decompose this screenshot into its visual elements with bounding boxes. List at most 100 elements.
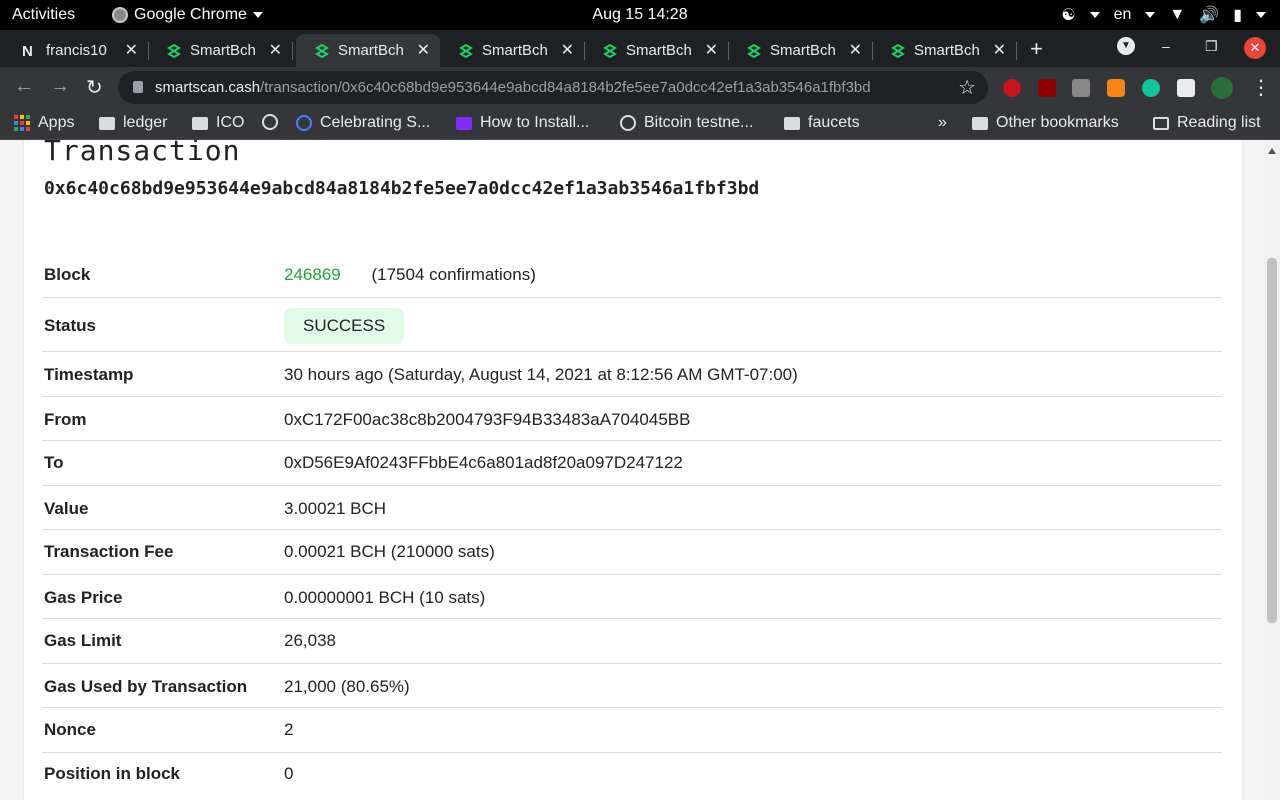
bookmark-how-to-install[interactable]: How to Install... <box>456 114 589 132</box>
row-label: Gas Price <box>44 588 123 607</box>
clock[interactable]: Aug 15 14:28 <box>592 6 687 23</box>
profile-avatar[interactable] <box>1211 77 1233 99</box>
bookmark-ico[interactable]: ICO <box>192 114 244 132</box>
row-gas-used: Gas Used by Transaction 21,000 (80.65%) <box>42 664 1222 708</box>
folder-icon <box>192 116 208 130</box>
confirmations: (17504 confirmations) <box>371 265 536 284</box>
row-label: Status <box>44 316 96 335</box>
new-tab-button[interactable]: + <box>1030 36 1043 62</box>
to-address-link[interactable]: 0xD56E9Af0243FFbbE4c6a801ad8f20a097D2471… <box>284 453 683 473</box>
page-scrollbar[interactable] <box>1264 140 1280 800</box>
tab[interactable]: N francis10 ✕ <box>4 34 149 67</box>
tab-title: SmartBch <box>190 42 256 59</box>
tab[interactable]: SmartBch ✕ <box>440 34 585 67</box>
wifi-icon: ▼ <box>1169 6 1186 23</box>
row-value-text: 2 <box>284 720 294 739</box>
page-title: Transaction <box>44 140 241 167</box>
bookmark-ledger[interactable]: ledger <box>99 114 167 132</box>
apps-grid-icon <box>14 115 30 131</box>
close-tab-icon[interactable]: ✕ <box>561 40 574 60</box>
scrollbar-thumb[interactable] <box>1267 258 1277 623</box>
folder-icon <box>784 116 800 130</box>
scroll-up-arrow-icon[interactable] <box>1268 148 1276 154</box>
row-label: Gas Limit <box>44 631 122 650</box>
bookmark-label: Apps <box>38 114 75 131</box>
bookmark-star-icon[interactable]: ☆ <box>958 75 976 100</box>
tab-title: SmartBch <box>482 42 548 59</box>
grammarly-extension-icon[interactable] <box>1142 79 1160 97</box>
address-bar[interactable]: smartscan.cash/transaction/0x6c40c68bd9e… <box>118 71 988 104</box>
bookmark-globe[interactable] <box>262 114 278 130</box>
metamask-extension-icon[interactable] <box>1107 79 1125 97</box>
other-bookmarks[interactable]: Other bookmarks <box>972 114 1119 132</box>
tab[interactable]: SmartBch ✕ <box>148 34 293 67</box>
close-window-button[interactable]: ✕ <box>1244 37 1266 59</box>
tab[interactable]: SmartBch ✕ <box>728 34 873 67</box>
ublock-extension-icon[interactable] <box>1003 79 1021 97</box>
activities-button[interactable]: Activities <box>12 6 75 24</box>
transaction-card: Transaction 0x6c40c68bd9e953644e9abcd84a… <box>24 140 1242 800</box>
language-indicator[interactable]: en <box>1114 6 1132 24</box>
row-label: To <box>44 453 64 472</box>
chevron-down-icon <box>252 12 263 18</box>
bookmark-celebrating[interactable]: Celebrating S... <box>296 114 430 132</box>
app-menu[interactable]: Google Chrome <box>112 6 263 24</box>
block-link[interactable]: 246869 <box>284 265 341 284</box>
restore-button[interactable]: ❐ <box>1205 38 1218 55</box>
bookmark-label: Celebrating S... <box>320 114 431 131</box>
tab[interactable]: SmartBch ✕ <box>872 34 1017 67</box>
tab-title: SmartBch <box>626 42 692 59</box>
row-label: Position in block <box>44 764 181 783</box>
bookmark-bitcoin-testnet[interactable]: Bitcoin testne... <box>620 114 753 132</box>
row-position: Position in block 0 <box>42 753 1222 798</box>
bookmark-faucets[interactable]: faucets <box>784 114 860 132</box>
reload-button[interactable]: ↻ <box>86 75 103 100</box>
globe-icon <box>620 115 636 131</box>
tab[interactable]: SmartBch ✕ <box>584 34 729 67</box>
chevron-down-icon <box>1089 12 1100 18</box>
smartbch-favicon-icon <box>891 43 905 58</box>
close-tab-icon[interactable]: ✕ <box>269 40 282 60</box>
off-extension-icon[interactable] <box>1072 79 1090 97</box>
from-address-link[interactable]: 0xC172F00ac38c8b2004793F94B33483aA704045… <box>284 410 690 430</box>
row-value: 30 hours ago (Saturday, August 14, 2021 … <box>284 365 798 384</box>
bookmark-apps[interactable]: Apps <box>14 114 74 132</box>
volume-icon: 🔊 <box>1199 7 1220 24</box>
row-label: Timestamp <box>44 365 134 384</box>
tab-title: francis10 <box>46 42 107 59</box>
accessibility-icon[interactable]: ☯ <box>1061 5 1075 25</box>
system-tray[interactable]: ☯ en ▼ 🔊 ▮ <box>1061 5 1266 25</box>
tab-title: SmartBch <box>338 42 404 59</box>
row-from: From 0xC172F00ac38c8b2004793F94B33483aA7… <box>42 397 1222 441</box>
ublock-origin-extension-icon[interactable] <box>1038 79 1056 97</box>
row-value-text: 3.00021 BCH <box>284 499 387 518</box>
tab-strip: N francis10 ✕ SmartBch ✕ SmartBch ✕ Smar… <box>0 30 1280 67</box>
site-icon <box>456 116 472 130</box>
close-tab-icon[interactable]: ✕ <box>125 40 138 60</box>
reading-list[interactable]: Reading list <box>1153 114 1261 132</box>
tab-separator <box>1016 42 1017 60</box>
chrome-menu-icon[interactable]: ⋮ <box>1251 75 1271 100</box>
forward-button[interactable]: → <box>50 75 70 98</box>
system-top-bar: Activities Google Chrome Aug 15 14:28 ☯ … <box>0 0 1280 30</box>
close-tab-icon[interactable]: ✕ <box>705 40 718 60</box>
tab-separator <box>292 42 293 60</box>
url-host: smartscan.cash <box>155 79 261 96</box>
tab-search-icon[interactable]: ▼ <box>1117 37 1135 55</box>
url-text[interactable]: smartscan.cash/transaction/0x6c40c68bd9e… <box>155 79 871 96</box>
bookmarks-overflow[interactable]: » <box>938 114 947 132</box>
extensions-puzzle-icon[interactable] <box>1177 79 1195 97</box>
bookmarks-bar: Apps ledger ICO Celebrating S... How to … <box>0 108 1280 140</box>
close-tab-icon[interactable]: ✕ <box>417 40 430 60</box>
bookmark-label: How to Install... <box>480 114 590 131</box>
row-value: Value 3.00021 BCH <box>42 486 1222 530</box>
row-value-text: 26,038 <box>284 631 336 650</box>
close-tab-icon[interactable]: ✕ <box>993 40 1006 60</box>
close-tab-icon[interactable]: ✕ <box>849 40 862 60</box>
back-button[interactable]: ← <box>14 75 34 98</box>
tab-active[interactable]: SmartBch ✕ <box>296 34 440 67</box>
overflow-chevron-icon: » <box>938 114 947 131</box>
row-nonce: Nonce 2 <box>42 708 1222 753</box>
app-name: Google Chrome <box>134 6 247 23</box>
minimize-button[interactable]: – <box>1162 38 1170 54</box>
